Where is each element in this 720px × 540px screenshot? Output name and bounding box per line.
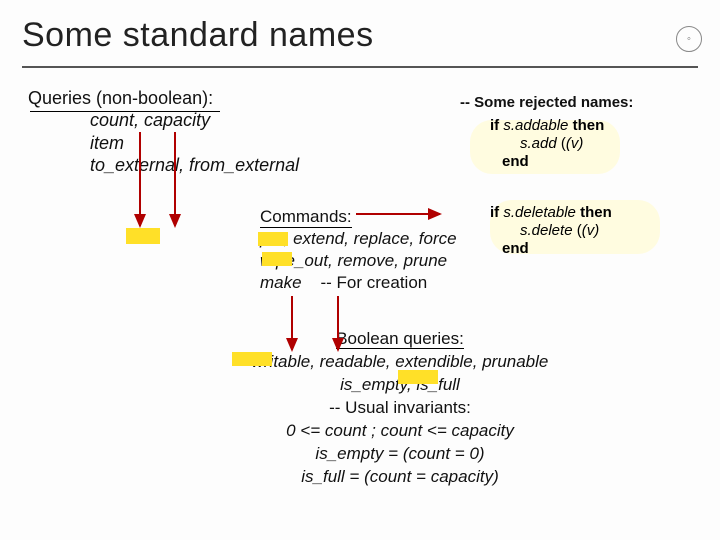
add-call: s.add: [520, 135, 557, 152]
slide-title: Some standard names: [22, 16, 374, 55]
del-arg: ((v): [577, 222, 600, 239]
queries-heading: Queries (non-boolean):: [28, 88, 388, 109]
boolq-line-1: writable, readable, extendible, prunable: [150, 351, 650, 374]
del-call: s.delete: [520, 222, 573, 239]
commands-make: make: [260, 273, 302, 292]
commands-line-1: put, extend, replace, force: [260, 228, 520, 250]
logo-icon: ◦: [676, 26, 702, 52]
kw-end-2: end: [502, 240, 529, 257]
snippet-delete: if s.deletable then s.delete ((v) end: [490, 204, 690, 258]
kw-end: end: [502, 153, 529, 170]
kw-if-2: if: [490, 204, 499, 221]
marker-rect-1: [126, 228, 160, 244]
boolq-inv-3: is_full = (count = capacity): [150, 466, 650, 489]
queries-line-1: count, capacity: [90, 109, 388, 132]
title-rule: [22, 66, 698, 68]
queries-line-2: item: [90, 132, 388, 155]
slide: Some standard names ◦ Queries (non-boole…: [0, 0, 720, 540]
queries-block: Queries (non-boolean): count, capacity i…: [28, 88, 388, 177]
rejected-heading: -- Some rejected names:: [460, 94, 690, 111]
snippet-add: if s.addable then s.add ((v) end: [490, 117, 690, 171]
boolq-inv-2: is_empty = (count = 0): [150, 443, 650, 466]
add-arg: ((v): [561, 135, 584, 152]
del-expr: s.deletable: [503, 204, 576, 221]
queries-heading-underline: [30, 111, 220, 112]
boolq-line-2: is_empty, is_full: [150, 374, 650, 397]
queries-line-3: to_external, from_external: [90, 154, 388, 177]
commands-note: -- For creation: [320, 273, 427, 292]
kw-if: if: [490, 117, 499, 134]
logo-glyph: ◦: [687, 33, 691, 45]
boolq-inv-heading: -- Usual invariants:: [150, 397, 650, 420]
boolq-heading: Boolean queries:: [150, 328, 650, 351]
commands-line-2: wipe_out, remove, prune: [260, 250, 520, 272]
add-expr: s.addable: [503, 117, 568, 134]
kw-then: then: [573, 117, 605, 134]
rejected-block: -- Some rejected names: if s.addable the…: [460, 94, 690, 171]
commands-block: Commands: put, extend, replace, force wi…: [260, 206, 520, 294]
boolq-inv-1: 0 <= count ; count <= capacity: [150, 420, 650, 443]
boolean-queries-block: Boolean queries: writable, readable, ext…: [150, 328, 650, 489]
kw-then-2: then: [580, 204, 612, 221]
commands-heading: Commands:: [260, 206, 520, 228]
